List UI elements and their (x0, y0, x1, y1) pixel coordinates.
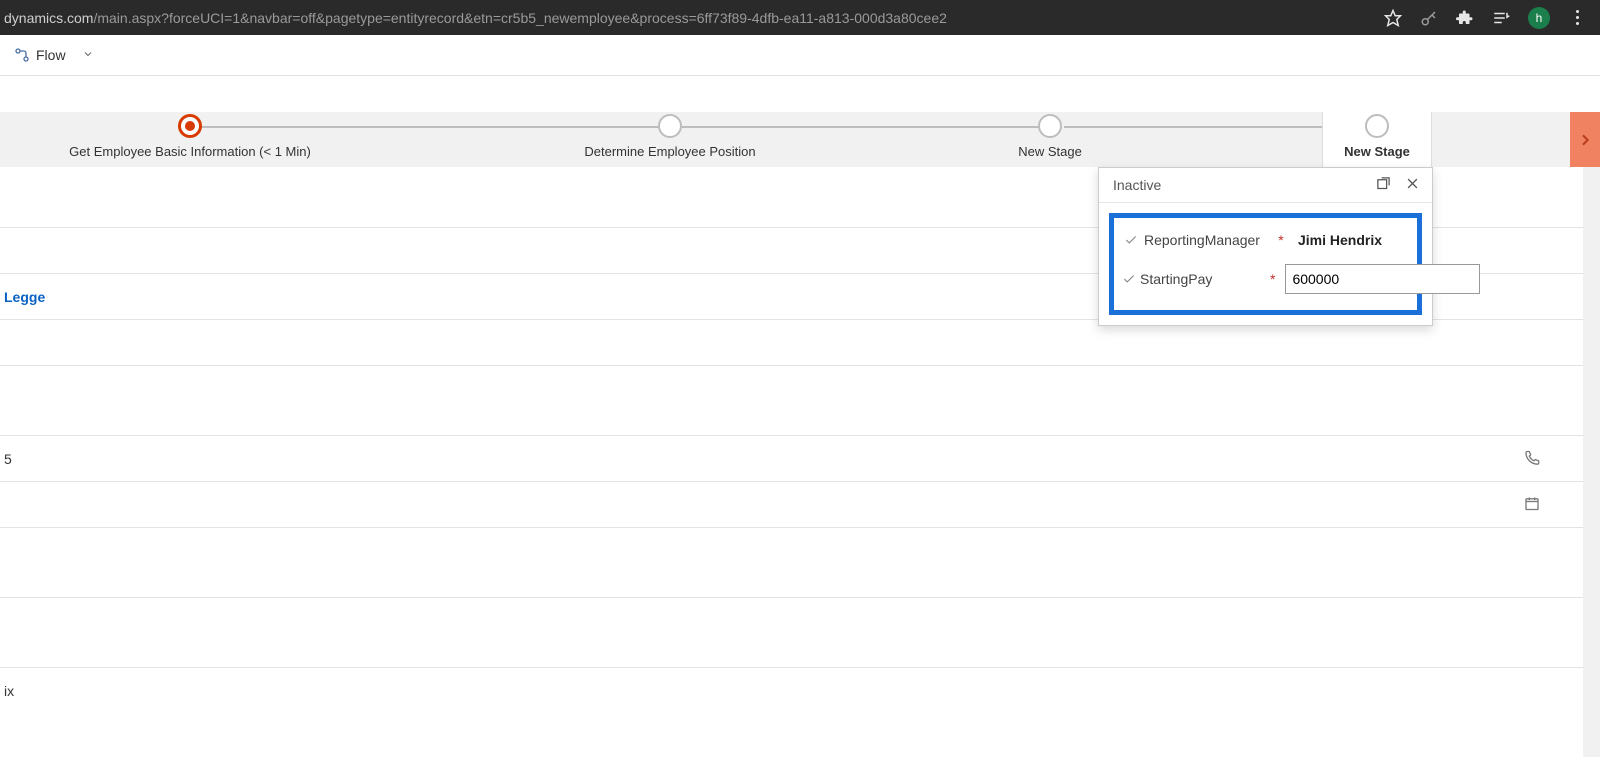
starting-pay-input[interactable] (1285, 264, 1480, 294)
form-row[interactable] (0, 365, 1600, 435)
reporting-manager-label: ReportingManager (1144, 232, 1274, 248)
chevron-down-icon (82, 48, 94, 63)
stage-3-label: New Stage (1018, 144, 1082, 159)
browser-chrome: dynamics.com/main.aspx?forceUCI=1&navbar… (0, 0, 1600, 35)
kebab-menu-icon[interactable] (1568, 9, 1586, 27)
reporting-manager-row[interactable]: ReportingManager * Jimi Hendrix (1118, 224, 1413, 256)
required-asterisk: * (1270, 271, 1275, 287)
stage-1-label: Get Employee Basic Information (< 1 Min) (69, 144, 311, 159)
stage-circle (1038, 114, 1062, 138)
date-row[interactable] (0, 481, 1600, 527)
next-stage-arrow[interactable] (1570, 112, 1600, 167)
phone-icon[interactable] (1524, 449, 1540, 468)
dock-icon[interactable] (1376, 176, 1391, 194)
stage-flyout: Inactive ReportingManager * Jimi Hendrix… (1098, 167, 1433, 326)
starting-pay-label: StartingPay (1140, 271, 1270, 287)
command-bar: Flow (0, 35, 1600, 76)
url-host: dynamics.com (4, 10, 93, 26)
url-path: /main.aspx?forceUCI=1&navbar=off&pagetyp… (93, 10, 946, 26)
check-icon (1122, 233, 1140, 247)
browser-actions: h (1384, 7, 1592, 29)
profile-letter: h (1536, 11, 1543, 25)
flow-button[interactable]: Flow (6, 43, 102, 67)
stage-4[interactable]: New Stage (1322, 112, 1432, 167)
stage-circle (658, 114, 682, 138)
reporting-manager-value: Jimi Hendrix (1288, 232, 1409, 248)
vertical-scrollbar[interactable] (1583, 167, 1600, 757)
stage-3[interactable]: New Stage (990, 112, 1110, 159)
form-row[interactable]: ix (0, 667, 1600, 713)
close-icon[interactable] (1405, 176, 1420, 194)
stage-2[interactable]: Determine Employee Position (570, 112, 770, 159)
stage-circle-active (178, 114, 202, 138)
phone-row[interactable]: 5 (0, 435, 1600, 481)
reading-list-icon[interactable] (1492, 9, 1510, 27)
process-flow: Get Employee Basic Information (< 1 Min)… (0, 112, 1600, 167)
key-icon[interactable] (1420, 9, 1438, 27)
form-row[interactable] (0, 597, 1600, 667)
stage-1[interactable]: Get Employee Basic Information (< 1 Min) (60, 112, 320, 159)
stage-4-label: New Stage (1344, 144, 1410, 159)
profile-avatar[interactable]: h (1528, 7, 1550, 29)
starting-pay-row[interactable]: StartingPay * (1118, 256, 1413, 302)
trailing-fragment: ix (4, 683, 14, 699)
star-icon[interactable] (1384, 9, 1402, 27)
calendar-icon[interactable] (1524, 495, 1540, 514)
required-asterisk: * (1274, 232, 1288, 248)
form-row[interactable] (0, 527, 1600, 597)
num-fragment: 5 (4, 451, 12, 467)
stage-circle (1365, 114, 1389, 138)
extensions-icon[interactable] (1456, 9, 1474, 27)
check-icon (1122, 272, 1136, 286)
link-fragment[interactable]: Legge (4, 289, 45, 305)
flyout-status: Inactive (1113, 177, 1161, 193)
flow-label: Flow (36, 47, 66, 63)
flow-icon (14, 47, 30, 63)
flyout-body: ReportingManager * Jimi Hendrix Starting… (1109, 213, 1422, 315)
flyout-header: Inactive (1099, 168, 1432, 203)
stage-2-label: Determine Employee Position (584, 144, 755, 159)
address-bar[interactable]: dynamics.com/main.aspx?forceUCI=1&navbar… (4, 10, 1384, 26)
